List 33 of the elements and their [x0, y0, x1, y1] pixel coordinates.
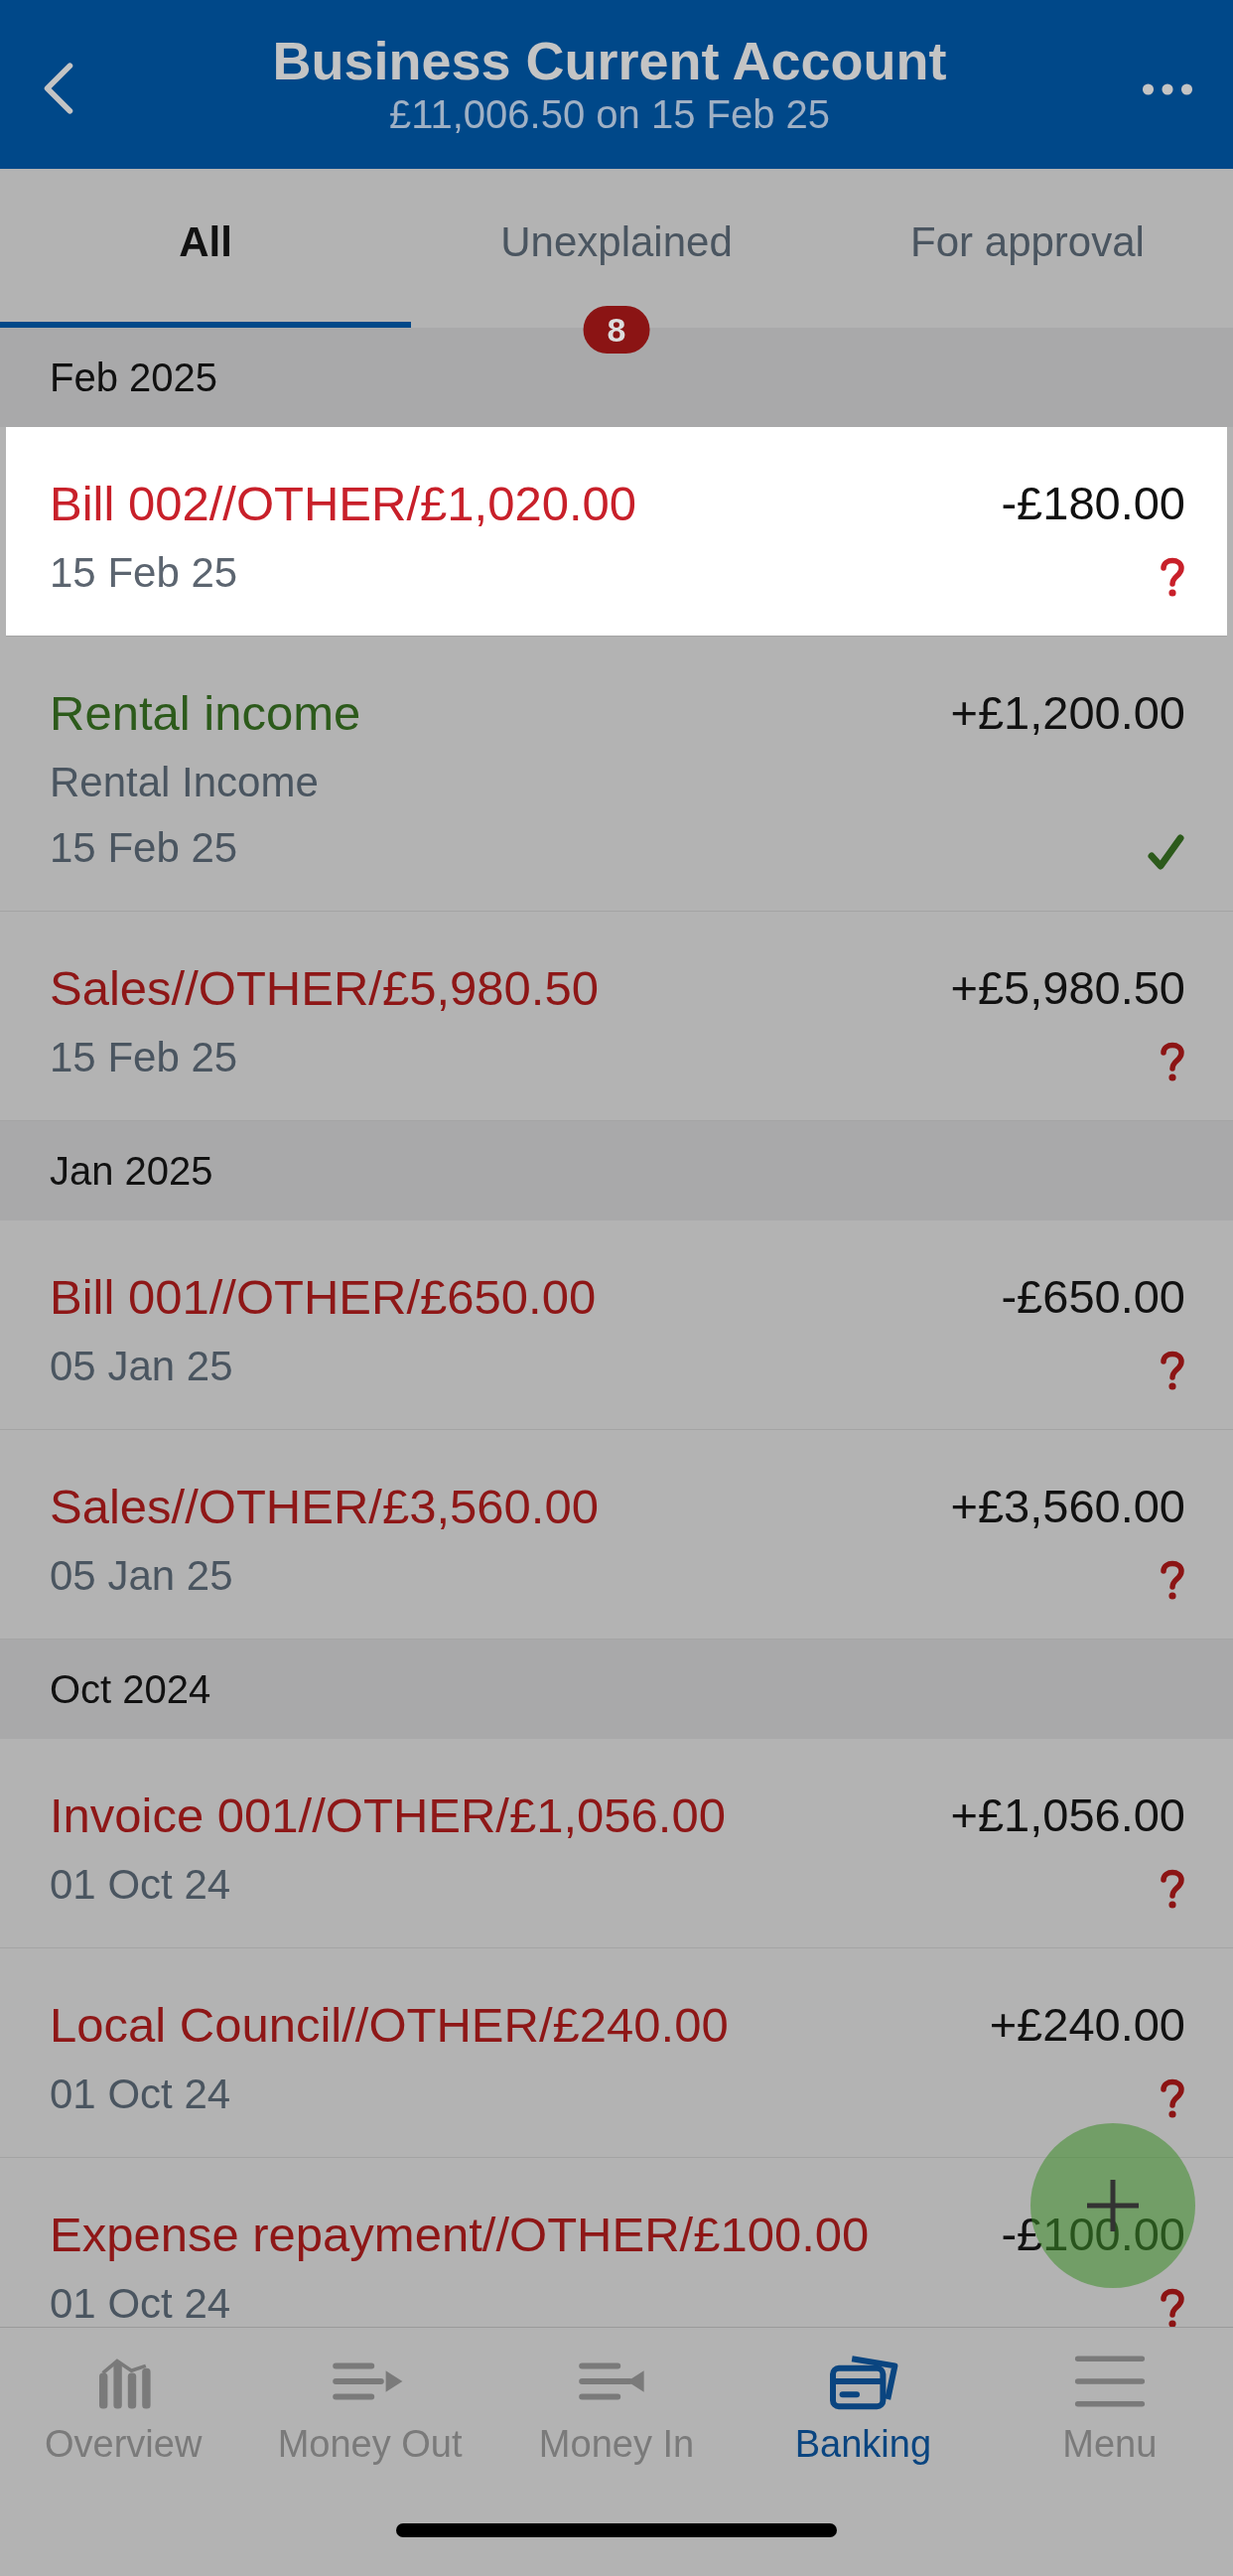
- transaction-amount: +£5,980.50: [950, 960, 1185, 1016]
- transaction-date: 05 Jan 25: [50, 1551, 234, 1601]
- transaction-title: Expense repayment//OTHER/£100.00: [50, 2207, 870, 2263]
- transaction-title: Sales//OTHER/£3,560.00: [50, 1479, 599, 1535]
- transaction-title: Local Council//OTHER/£240.00: [50, 1997, 729, 2054]
- transaction-date: 01 Oct 24: [50, 2279, 232, 2327]
- transaction-amount: +£3,560.00: [950, 1479, 1185, 1534]
- account-balance: £11,006.50 on 15 Feb 25: [388, 91, 831, 138]
- transaction-amount: +£1,200.00: [950, 685, 1185, 741]
- month-header: Oct 2024: [0, 1640, 1233, 1739]
- filter-tab[interactable]: For approval: [822, 169, 1233, 328]
- transaction-date: 15 Feb 25: [50, 823, 239, 873]
- more-icon[interactable]: [1142, 82, 1193, 96]
- month-header: Jan 2025: [0, 1121, 1233, 1220]
- transaction-row[interactable]: Bill 002//OTHER/£1,020.00 15 Feb 25 -£180.00: [6, 427, 1227, 637]
- transaction-date: 15 Feb 25: [50, 548, 239, 598]
- transaction-category: Rental Income: [50, 758, 320, 807]
- count-badge: 8: [583, 306, 650, 354]
- transaction-title: Bill 001//OTHER/£650.00: [50, 1269, 597, 1326]
- transaction-date: 01 Oct 24: [50, 2070, 232, 2119]
- transaction-amount: +£1,056.00: [950, 1788, 1185, 1843]
- transaction-date: 05 Jan 25: [50, 1342, 234, 1391]
- transaction-amount: -£180.00: [1001, 476, 1185, 531]
- transaction-amount: +£240.00: [989, 1997, 1185, 2053]
- transaction-title: Sales//OTHER/£5,980.50: [50, 960, 599, 1017]
- transaction-date: 01 Oct 24: [50, 1860, 232, 1910]
- transaction-title: Bill 002//OTHER/£1,020.00: [50, 476, 637, 532]
- transaction-title: Rental income: [50, 685, 361, 742]
- transaction-amount: -£650.00: [1001, 1269, 1185, 1325]
- transaction-title: Invoice 001//OTHER/£1,056.00: [50, 1788, 726, 1844]
- nav-tab[interactable]: Banking: [740, 2352, 987, 2466]
- transaction-date: 15 Feb 25: [50, 1033, 239, 1082]
- account-title: Business Current Account: [272, 31, 947, 90]
